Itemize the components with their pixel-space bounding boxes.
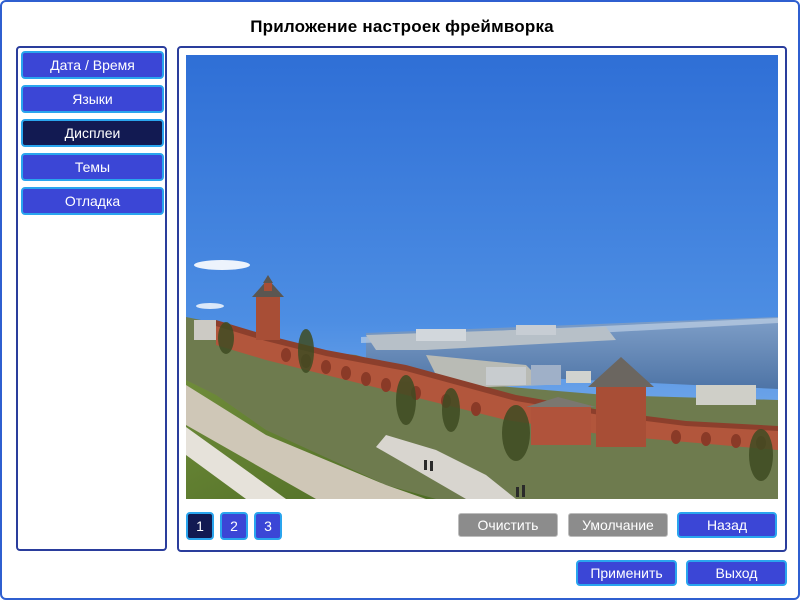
default-button[interactable]: Умолчание: [568, 513, 668, 537]
apply-button[interactable]: Применить: [576, 560, 677, 586]
sidebar: Дата / Время Языки Дисплеи Темы Отладка: [16, 46, 167, 551]
page-title: Приложение настроек фреймворка: [250, 17, 554, 36]
sidebar-item-languages[interactable]: Языки: [21, 85, 164, 113]
sidebar-item-themes[interactable]: Темы: [21, 153, 164, 181]
page-1-button[interactable]: 1: [186, 512, 214, 540]
sidebar-item-debug[interactable]: Отладка: [21, 187, 164, 215]
app-window: Приложение настроек фреймворка Дата / Вр…: [0, 0, 800, 600]
content-panel: 1 2 3 Очистить Умолчание Назад: [177, 46, 787, 552]
back-button[interactable]: Назад: [677, 512, 777, 538]
exit-button[interactable]: Выход: [686, 560, 787, 586]
page-3-button[interactable]: 3: [254, 512, 282, 540]
page-2-button[interactable]: 2: [220, 512, 248, 540]
sidebar-item-displays[interactable]: Дисплеи: [21, 119, 164, 147]
sidebar-item-datetime[interactable]: Дата / Время: [21, 51, 164, 79]
clear-button[interactable]: Очистить: [458, 513, 558, 537]
wallpaper-preview-image: [186, 55, 778, 499]
